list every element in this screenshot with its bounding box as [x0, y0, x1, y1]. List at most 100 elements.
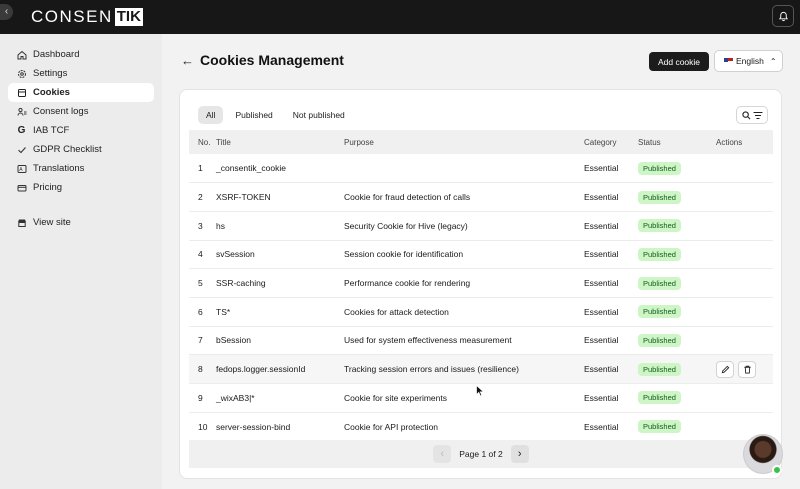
- page-indicator: Page 1 of 2: [459, 449, 503, 459]
- cell-actions: [716, 154, 773, 183]
- cell-status: Published: [638, 269, 716, 298]
- cell-category: Essential: [584, 192, 619, 203]
- chevron-left-icon[interactable]: ‹: [0, 4, 13, 20]
- table-row[interactable]: 6 TS* Cookies for attack detection Essen…: [189, 297, 773, 327]
- table-row[interactable]: 3 hs Security Cookie for Hive (legacy) E…: [189, 211, 773, 241]
- table-row[interactable]: 5 SSR-caching Performance cookie for ren…: [189, 269, 773, 298]
- cell-no: 8: [198, 364, 203, 375]
- cell-purpose: Cookie for site experiments: [344, 392, 447, 403]
- table-row[interactable]: 10 server-session-bind Cookie for API pr…: [189, 412, 773, 441]
- cell-purpose: Session cookie for identification: [344, 249, 464, 260]
- status-badge: Published: [638, 247, 681, 261]
- table-row[interactable]: 7 bSession Used for system effectiveness…: [189, 326, 773, 355]
- cell-status: Published: [638, 297, 716, 326]
- cell-category: Essential: [584, 163, 619, 174]
- cell-no: 1: [198, 163, 203, 174]
- status-badge: Published: [638, 190, 681, 204]
- table-row[interactable]: 2 XSRF-TOKEN Cookie for fraud detection …: [189, 183, 773, 212]
- cell-category: Essential: [584, 278, 619, 289]
- top-bar: ‹ CONSEN TIK: [0, 0, 800, 34]
- sidebar-item-label: IAB TCF: [33, 125, 70, 136]
- cell-status: Published: [638, 355, 716, 384]
- cell-purpose: Cookies for attack detection: [344, 306, 449, 317]
- sidebar-item-label: Pricing: [33, 182, 63, 193]
- cell-title: bSession: [216, 335, 251, 346]
- cell-status: Published: [638, 183, 716, 212]
- pagination: ‹ Page 1 of 2 ›: [189, 440, 773, 468]
- page-title: Cookies Management: [200, 52, 344, 68]
- table-row[interactable]: 8 fedops.logger.sessionId Tracking sessi…: [189, 354, 773, 384]
- cell-no: 10: [198, 421, 208, 432]
- tab-not-published[interactable]: Not published: [285, 106, 353, 124]
- status-badge: Published: [638, 333, 681, 347]
- trash-icon: [743, 365, 751, 374]
- cell-status: Published: [638, 412, 716, 441]
- col-category: Category: [584, 137, 617, 147]
- col-no: No.: [198, 137, 211, 147]
- language-select[interactable]: English ⌃: [714, 50, 783, 72]
- sidebar-item-consent-logs[interactable]: Consent logs: [8, 102, 154, 121]
- cell-purpose: Cookie for API protection: [344, 421, 439, 432]
- delete-button[interactable]: [738, 360, 756, 378]
- search-icon: [741, 110, 750, 119]
- cell-purpose: [344, 154, 584, 183]
- filter-lines-icon: [753, 111, 762, 119]
- edit-button[interactable]: [716, 360, 734, 378]
- cell-purpose: Used for system effectiveness measuremen…: [344, 335, 512, 346]
- cell-no: 3: [198, 220, 203, 231]
- cell-category: Essential: [584, 364, 619, 375]
- add-cookie-button[interactable]: Add cookie: [649, 52, 709, 71]
- cell-title: _consentik_cookie: [216, 163, 286, 174]
- status-badge: Published: [638, 161, 681, 175]
- arrow-left-icon[interactable]: ←: [181, 53, 194, 68]
- cell-category: Essential: [584, 306, 619, 317]
- cell-category: Essential: [584, 421, 619, 432]
- chevron-updown-icon: ⌃: [769, 56, 777, 66]
- logo: CONSEN TIK: [31, 7, 143, 27]
- cell-status: Published: [638, 240, 716, 269]
- cell-actions: [716, 355, 773, 384]
- sidebar-item-settings[interactable]: Settings: [8, 64, 154, 83]
- status-badge: Published: [638, 391, 681, 405]
- status-badge: Published: [638, 219, 681, 233]
- tab-published[interactable]: Published: [227, 106, 280, 124]
- us-flag-icon: [724, 58, 733, 64]
- search-filter-button[interactable]: [736, 106, 768, 124]
- sidebar-item-label: GDPR Checklist: [33, 144, 102, 155]
- sidebar-item-translations[interactable]: A Translations: [8, 159, 154, 178]
- cell-title: SSR-caching: [216, 278, 266, 289]
- cell-purpose: Tracking session errors and issues (resi…: [344, 364, 519, 375]
- cell-title: svSession: [216, 249, 255, 260]
- sidebar-item-view-site[interactable]: View site: [8, 213, 154, 232]
- cell-status: Published: [638, 326, 716, 355]
- cell-no: 5: [198, 278, 203, 289]
- cell-category: Essential: [584, 335, 619, 346]
- sidebar-item-pricing[interactable]: Pricing: [8, 178, 154, 197]
- bell-icon: [778, 11, 788, 21]
- tab-all[interactable]: All: [198, 106, 224, 124]
- cell-title: hs: [216, 220, 225, 231]
- table-row[interactable]: 4 svSession Session cookie for identific…: [189, 240, 773, 269]
- sidebar-separator: [0, 197, 162, 213]
- notifications-button[interactable]: [772, 5, 794, 27]
- sidebar-item-dashboard[interactable]: Dashboard: [8, 45, 154, 64]
- store-icon: [16, 217, 27, 228]
- prev-page-button[interactable]: ‹: [433, 445, 452, 463]
- status-badge: Published: [638, 305, 681, 319]
- sidebar-item-cookies[interactable]: Cookies: [8, 83, 154, 102]
- col-purpose: Purpose: [344, 137, 374, 147]
- card-icon: [16, 182, 27, 193]
- chevron-right-icon: ›: [517, 448, 522, 460]
- cell-status: Published: [638, 384, 716, 413]
- cell-no: 7: [198, 335, 203, 346]
- sidebar-item-gdpr-checklist[interactable]: GDPR Checklist: [8, 140, 154, 159]
- sidebar-item-iab-tcf[interactable]: G IAB TCF: [8, 121, 154, 140]
- col-status: Status: [638, 137, 661, 147]
- sidebar: Dashboard Settings Cookies Consent logs …: [0, 34, 162, 489]
- cell-status: Published: [638, 211, 716, 240]
- next-page-button[interactable]: ›: [510, 445, 529, 463]
- cell-no: 2: [198, 192, 203, 203]
- table-row[interactable]: 1 _consentik_cookie Essential Published: [189, 154, 773, 183]
- status-badge: Published: [638, 420, 681, 434]
- cell-actions: [716, 384, 773, 413]
